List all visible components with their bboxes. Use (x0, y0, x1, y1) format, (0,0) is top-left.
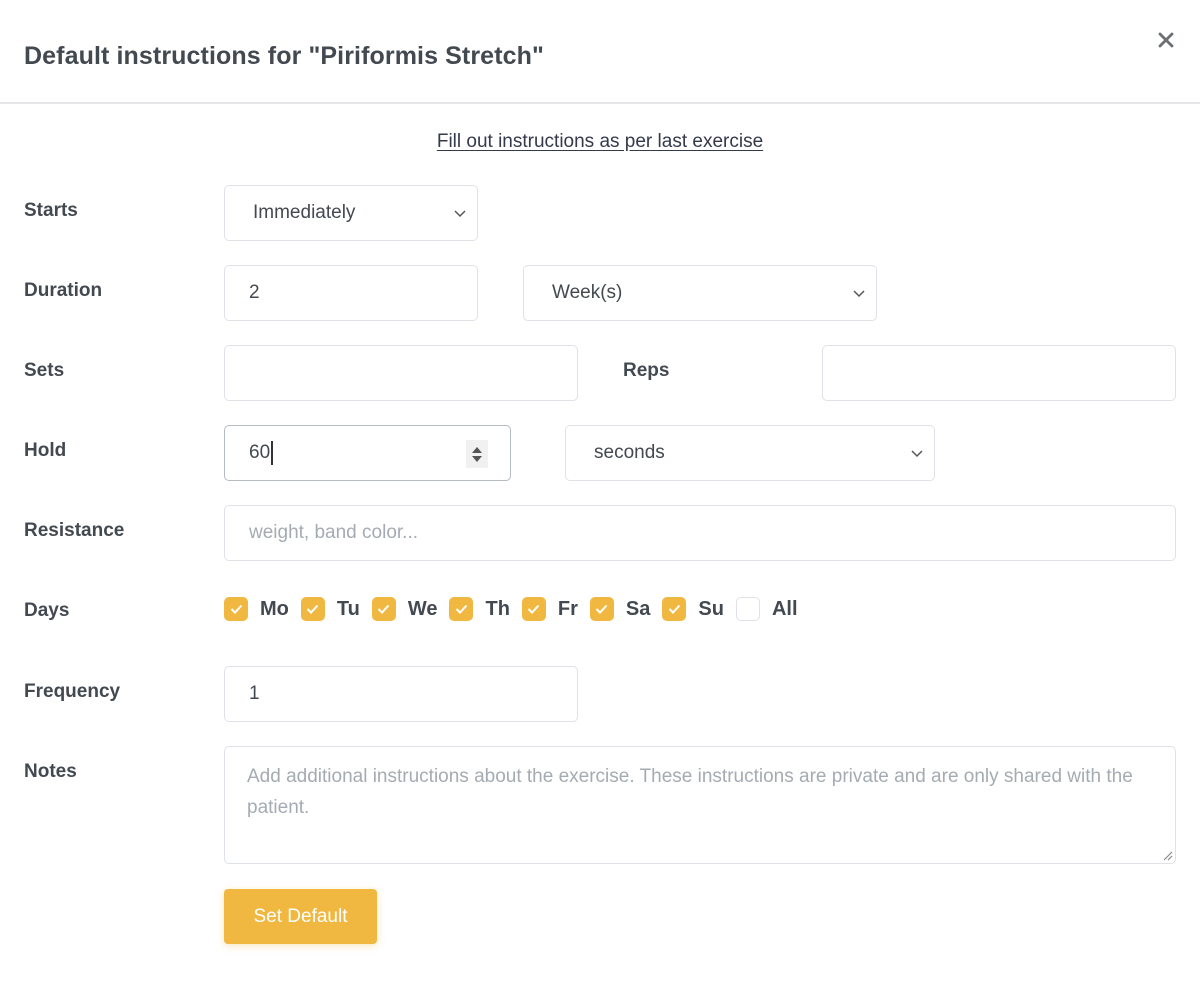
resistance-placeholder: weight, band color... (249, 522, 418, 543)
notes-label: Notes (24, 761, 77, 782)
checkbox-checked[interactable] (521, 597, 546, 621)
fill-link-row: Fill out instructions as per last exerci… (0, 131, 1200, 153)
checkbox-checked[interactable] (589, 597, 614, 621)
checkmark-icon (307, 604, 319, 614)
sets-label: Sets (24, 360, 65, 381)
hold-unit-select[interactable]: seconds (565, 425, 935, 481)
checkmark-icon (596, 604, 608, 614)
checkbox-checked[interactable] (449, 597, 474, 621)
modal-title: Default instructions for "Piriformis Str… (24, 42, 544, 70)
duration-input[interactable]: 2 (224, 265, 478, 321)
fill-from-last-exercise-link[interactable]: Fill out instructions as per last exerci… (437, 131, 763, 152)
notes-placeholder: Add additional instructions about the ex… (247, 766, 1133, 818)
resistance-label: Resistance (24, 520, 125, 541)
day-checkbox-mo[interactable]: Mo (224, 597, 289, 621)
resistance-input[interactable]: weight, band color... (224, 505, 1176, 561)
spinner-up-icon[interactable] (472, 446, 482, 453)
days-checkbox-group: Mo Tu We Th Fr Sa Su All (224, 597, 810, 621)
day-label: Th (485, 597, 510, 620)
set-default-button[interactable]: Set Default (224, 889, 377, 944)
day-label: Tu (336, 597, 360, 620)
checkbox-checked[interactable] (300, 597, 325, 621)
day-checkbox-sa[interactable]: Sa (589, 597, 651, 621)
duration-label: Duration (24, 280, 103, 301)
modal-header: Default instructions for "Piriformis Str… (0, 0, 1200, 104)
day-label: All (771, 597, 798, 620)
chevron-down-icon (911, 450, 923, 458)
starts-label: Starts (24, 200, 78, 221)
starts-select[interactable]: Immediately (224, 185, 478, 241)
frequency-value: 1 (249, 683, 260, 704)
checkbox-checked[interactable] (662, 597, 687, 621)
checkmark-icon (455, 604, 468, 614)
day-label: We (407, 597, 438, 620)
reps-input[interactable] (822, 345, 1176, 401)
checkbox-unchecked[interactable] (735, 597, 760, 621)
close-icon (1158, 32, 1174, 48)
close-button[interactable] (1152, 26, 1180, 54)
day-label: Mo (260, 597, 289, 620)
day-checkbox-tu[interactable]: Tu (300, 597, 360, 621)
checkbox-checked[interactable] (371, 597, 396, 621)
hold-unit-value: seconds (594, 442, 665, 463)
chevron-down-icon (853, 290, 865, 298)
day-checkbox-all[interactable]: All (735, 597, 798, 621)
hold-value: 60 (249, 442, 271, 463)
resize-handle-icon[interactable] (1161, 849, 1173, 861)
spinner-down-icon[interactable] (472, 455, 482, 462)
checkmark-icon (528, 604, 540, 614)
hold-label: Hold (24, 440, 67, 461)
day-checkbox-th[interactable]: Th (449, 597, 510, 621)
default-instructions-modal: Default instructions for "Piriformis Str… (0, 0, 1200, 992)
checkbox-checked[interactable] (224, 597, 248, 621)
number-spinner[interactable] (466, 440, 488, 468)
sets-input[interactable] (224, 345, 578, 401)
chevron-down-icon (454, 210, 466, 218)
day-label: Fr (557, 597, 578, 620)
reps-label: Reps (623, 360, 670, 381)
text-caret (271, 441, 273, 465)
days-label: Days (24, 600, 70, 621)
hold-input[interactable]: 60 (224, 425, 511, 481)
day-label: Su (698, 597, 724, 620)
day-checkbox-fr[interactable]: Fr (521, 597, 578, 621)
day-checkbox-su[interactable]: Su (662, 597, 724, 621)
checkmark-icon (668, 604, 681, 614)
starts-value: Immediately (253, 202, 356, 223)
frequency-label: Frequency (24, 681, 121, 702)
duration-value: 2 (249, 282, 260, 303)
day-checkbox-we[interactable]: We (371, 597, 438, 621)
checkmark-icon (230, 604, 242, 614)
day-label: Sa (625, 597, 651, 620)
notes-textarea[interactable]: Add additional instructions about the ex… (224, 746, 1176, 864)
duration-unit-select[interactable]: Week(s) (523, 265, 877, 321)
checkmark-icon (378, 604, 390, 614)
frequency-input[interactable]: 1 (224, 666, 578, 722)
duration-unit-value: Week(s) (552, 282, 623, 303)
